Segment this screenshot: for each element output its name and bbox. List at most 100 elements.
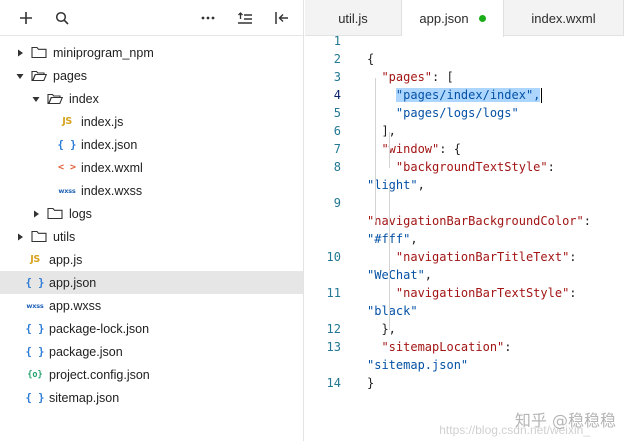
code-line: 13 "sitemapLocation": (305, 338, 624, 356)
json-file-icon: { } (26, 277, 45, 289)
code-text: ], (367, 122, 396, 140)
code-line: 10 "navigationBarTitleText": (305, 248, 624, 266)
line-number: 6 (333, 124, 341, 138)
code-text: "WeChat", (367, 266, 432, 284)
code-line: 8 "backgroundTextStyle": (305, 158, 624, 176)
explorer-toolbar (0, 0, 303, 36)
code-line: "sitemap.json" (305, 356, 624, 374)
folder-open-icon (30, 69, 48, 82)
json-string: "black" (367, 304, 418, 318)
tree-item-label: logs (69, 206, 92, 221)
json-file-icon: { } (58, 139, 77, 151)
tree-file-index-wxml[interactable]: < > index.wxml (0, 156, 303, 179)
chevron-right-icon[interactable] (14, 49, 26, 57)
editor-tabbar: util.js app.json index.wxml (305, 0, 624, 37)
tree-folder-utils[interactable]: utils (0, 225, 303, 248)
config-file-glyph: {o} (27, 369, 43, 380)
code-line: 5 "pages/logs/logs" (305, 104, 624, 122)
collapse-icon[interactable] (270, 6, 294, 30)
tree-item-label: package.json (49, 344, 123, 359)
tree-item-label: sitemap.json (49, 390, 120, 405)
search-icon[interactable] (50, 6, 74, 30)
tab-label: app.json (419, 11, 469, 26)
tree-file-index-js[interactable]: JS index.js (0, 110, 303, 133)
json-punctuation: : (547, 160, 555, 174)
line-number: 8 (333, 160, 341, 174)
tree-folder-pages[interactable]: pages (0, 64, 303, 87)
line-number: 4 (333, 88, 341, 102)
tree-folder-logs[interactable]: logs (0, 202, 303, 225)
tree-file-app-wxss[interactable]: wxss app.wxss (0, 294, 303, 317)
code-text: "pages/logs/logs" (367, 104, 519, 122)
code-text: "window": { (367, 140, 461, 158)
folder-open-icon (46, 92, 64, 105)
tree-file-project-config-json[interactable]: {o} project.config.json (0, 363, 303, 386)
tree-item-label: index.wxml (81, 160, 143, 175)
code-text: } (367, 374, 374, 392)
code-text: "#fff", (367, 230, 418, 248)
code-text: "backgroundTextStyle": (367, 158, 555, 176)
wxml-file-icon: < > (58, 162, 76, 173)
tab-util-js[interactable]: util.js (305, 0, 402, 36)
indent-guide (389, 186, 390, 330)
tree-folder-miniprogram-npm[interactable]: miniprogram_npm (0, 41, 303, 64)
watermark-url: https://blog.csdn.net/weixin_ (439, 423, 590, 437)
json-punctuation: , (410, 232, 418, 246)
wxss-file-glyph: wxss (26, 301, 44, 310)
chevron-down-icon[interactable] (14, 72, 26, 80)
json-punctuation: ], (367, 124, 396, 138)
add-icon[interactable] (14, 6, 38, 30)
tree-item-label: package-lock.json (49, 321, 150, 336)
chevron-right-icon[interactable] (14, 233, 26, 241)
sort-icon[interactable] (233, 6, 257, 30)
code-line: 12 }, (305, 320, 624, 338)
code-line: "navigationBarBackgroundColor": (305, 212, 624, 230)
indent-guide (375, 78, 376, 222)
json-string: "sitemap.json" (367, 358, 469, 372)
json-punctuation: : [ (432, 70, 454, 84)
tree-file-index-json[interactable]: { } index.json (0, 133, 303, 156)
json-key: "navigationBarBackgroundColor" (367, 214, 584, 228)
js-file-glyph: JS (30, 254, 40, 265)
json-file-glyph: { } (25, 345, 45, 358)
tab-index-wxml[interactable]: index.wxml (504, 0, 624, 36)
tree-file-sitemap-json[interactable]: { } sitemap.json (0, 386, 303, 409)
json-file-icon: { } (26, 392, 45, 404)
tree-file-app-json[interactable]: { } app.json (0, 271, 303, 294)
tree-file-package-lock-json[interactable]: { } package-lock.json (0, 317, 303, 340)
tree-file-app-js[interactable]: JS app.js (0, 248, 303, 271)
line-number: 14 (326, 376, 341, 390)
json-punctuation (367, 250, 396, 264)
tree-item-label: miniprogram_npm (53, 45, 154, 60)
code-text: { (367, 50, 374, 68)
tree-file-package-json[interactable]: { } package.json (0, 340, 303, 363)
tree-item-label: index.js (81, 114, 124, 129)
tree-folder-index[interactable]: index (0, 87, 303, 110)
tree-item-label: index (69, 91, 99, 106)
json-string: "pages/logs/logs" (395, 106, 519, 120)
json-key: "sitemapLocation" (381, 340, 505, 354)
tree-item-label: project.config.json (49, 367, 150, 382)
code-text: "navigationBarTitleText": (367, 248, 577, 266)
folder-icon (30, 46, 48, 59)
json-punctuation: : { (439, 142, 461, 156)
js-file-icon: JS (26, 254, 44, 265)
line-number: 11 (326, 286, 341, 300)
tree-item-label: pages (53, 68, 88, 83)
code-line: 7 "window": { (305, 140, 624, 158)
code-text: "sitemap.json" (367, 356, 468, 374)
code-text: "pages/index/index", (367, 86, 543, 104)
more-icon[interactable] (196, 6, 220, 30)
tree-item-label: index.wxss (81, 183, 143, 198)
line-number: 5 (333, 106, 341, 120)
tree-file-index-wxss[interactable]: wxss index.wxss (0, 179, 303, 202)
json-key: "window" (381, 142, 440, 156)
json-key: "navigationBarTitleText" (395, 250, 570, 264)
json-file-glyph: { } (25, 322, 45, 335)
chevron-right-icon[interactable] (30, 210, 42, 218)
code-line: 3 "pages": [ (305, 68, 624, 86)
tree-item-label: utils (53, 229, 76, 244)
json-punctuation: { (367, 52, 375, 66)
chevron-down-icon[interactable] (30, 95, 42, 103)
code-line: "light", (305, 176, 624, 194)
